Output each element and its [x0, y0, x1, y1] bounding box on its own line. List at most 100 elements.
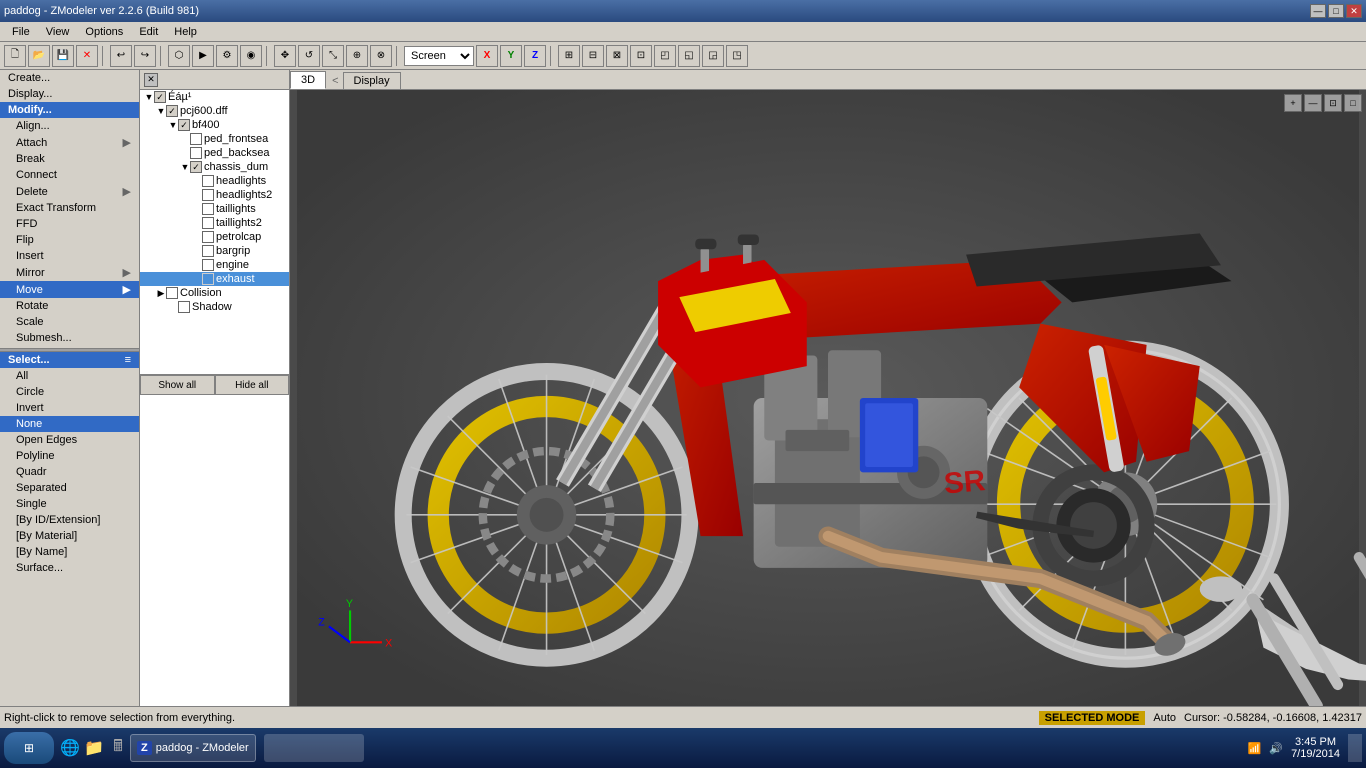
tree-close-button[interactable]: ✕: [144, 73, 158, 87]
menu-ffd[interactable]: FFD: [0, 216, 139, 232]
menu-quadr[interactable]: Quadr: [0, 464, 139, 480]
axis-y[interactable]: Y: [500, 45, 522, 67]
maximize-button[interactable]: □: [1328, 4, 1344, 18]
menu-move[interactable]: Move▶: [0, 281, 139, 298]
menu-edit[interactable]: Edit: [131, 24, 166, 40]
toolbar-btn2[interactable]: ▶: [192, 45, 214, 67]
tree-engine[interactable]: engine: [140, 258, 289, 272]
toolbar-snap4[interactable]: ⊡: [630, 45, 652, 67]
toolbar-snap2[interactable]: ⊟: [582, 45, 604, 67]
toolbar-btn3[interactable]: ⚙: [216, 45, 238, 67]
tree-ped-frontsea[interactable]: ped_frontsea: [140, 132, 289, 146]
viewport-ctrl-zoom-out[interactable]: —: [1304, 94, 1322, 112]
menu-all[interactable]: All: [0, 368, 139, 384]
toolbar-render2[interactable]: ◱: [678, 45, 700, 67]
menu-circle[interactable]: Circle: [0, 384, 139, 400]
menu-view[interactable]: View: [38, 24, 78, 40]
menu-by-id[interactable]: [By ID/Extension]: [0, 512, 139, 528]
menu-none[interactable]: None: [0, 416, 139, 432]
menu-help[interactable]: Help: [166, 24, 205, 40]
menu-scale[interactable]: Scale: [0, 314, 139, 330]
tree-ped-backsea[interactable]: ped_backsea: [140, 146, 289, 160]
viewport-ctrl-zoom-in[interactable]: +: [1284, 94, 1302, 112]
menu-flip[interactable]: Flip: [0, 232, 139, 248]
toolbar-snap3[interactable]: ⊠: [606, 45, 628, 67]
toolbar-save[interactable]: 💾: [52, 45, 74, 67]
toolbar-move[interactable]: ✥: [274, 45, 296, 67]
menu-submesh[interactable]: Submesh...: [0, 330, 139, 346]
toolbar-btn5[interactable]: ⊕: [346, 45, 368, 67]
tree-taillights[interactable]: taillights: [140, 202, 289, 216]
tree-ped-frontsea-label: ped_frontsea: [204, 133, 268, 145]
start-button[interactable]: ⊞: [4, 732, 54, 764]
taskbar-icon-ie[interactable]: 🌐: [58, 736, 82, 760]
menu-display[interactable]: Display...: [0, 86, 139, 102]
viewport-ctrl-fit[interactable]: ⊡: [1324, 94, 1342, 112]
tab-3d[interactable]: 3D: [290, 71, 326, 89]
toolbar-open[interactable]: 📂: [28, 45, 50, 67]
menu-single[interactable]: Single: [0, 496, 139, 512]
tree-headlights[interactable]: headlights: [140, 174, 289, 188]
clock-time: 3:45 PM: [1291, 736, 1340, 748]
toolbar-render1[interactable]: ◰: [654, 45, 676, 67]
menu-by-name[interactable]: [By Name]: [0, 544, 139, 560]
menu-mirror[interactable]: Mirror▶: [0, 264, 139, 281]
menu-select[interactable]: Select...≡: [0, 352, 139, 368]
menu-surface[interactable]: Surface...: [0, 560, 139, 576]
menu-exact-transform[interactable]: Exact Transform: [0, 200, 139, 216]
menu-options[interactable]: Options: [77, 24, 131, 40]
toolbar-render3[interactable]: ◲: [702, 45, 724, 67]
toolbar-btn6[interactable]: ⊗: [370, 45, 392, 67]
menu-invert[interactable]: Invert: [0, 400, 139, 416]
toolbar-rotate[interactable]: ↺: [298, 45, 320, 67]
toolbar-scale[interactable]: ⤡: [322, 45, 344, 67]
menu-connect[interactable]: Connect: [0, 167, 139, 183]
axis-z[interactable]: Z: [524, 45, 546, 67]
tree-pcj600[interactable]: ▼ ✓ pcj600.dff: [140, 104, 289, 118]
menu-modify[interactable]: Modify...: [0, 102, 139, 118]
menu-create[interactable]: Create...: [0, 70, 139, 86]
menu-attach[interactable]: Attach▶: [0, 134, 139, 151]
hide-all-button[interactable]: Hide all: [215, 375, 290, 395]
close-button[interactable]: ✕: [1346, 4, 1362, 18]
show-all-button[interactable]: Show all: [140, 375, 215, 395]
menu-break[interactable]: Break: [0, 151, 139, 167]
menu-file[interactable]: File: [4, 24, 38, 40]
tree-bargrip[interactable]: bargrip: [140, 244, 289, 258]
tree-collision[interactable]: ▶ Collision: [140, 286, 289, 300]
taskbar-zmodeler[interactable]: Z paddog - ZModeler: [130, 734, 256, 762]
menu-by-material[interactable]: [By Material]: [0, 528, 139, 544]
menu-delete[interactable]: Delete▶: [0, 183, 139, 200]
menu-insert[interactable]: Insert: [0, 248, 139, 264]
toolbar-redo[interactable]: ↪: [134, 45, 156, 67]
toolbar-btn1[interactable]: ⬡: [168, 45, 190, 67]
menu-open-edges[interactable]: Open Edges: [0, 432, 139, 448]
menu-polyline[interactable]: Polyline: [0, 448, 139, 464]
minimize-button[interactable]: —: [1310, 4, 1326, 18]
toolbar-btn4[interactable]: ◉: [240, 45, 262, 67]
tree-headlights2[interactable]: headlights2: [140, 188, 289, 202]
screen-dropdown[interactable]: Screen: [404, 46, 474, 66]
tree-taillights2[interactable]: taillights2: [140, 216, 289, 230]
tree-petrolcap[interactable]: petrolcap: [140, 230, 289, 244]
menu-rotate[interactable]: Rotate: [0, 298, 139, 314]
taskbar-icon-files[interactable]: 📁: [82, 736, 106, 760]
show-desktop-button[interactable]: [1348, 734, 1362, 762]
tree-chassis-dum[interactable]: ▼ ✓ chassis_dum: [140, 160, 289, 174]
toolbar-render4[interactable]: ◳: [726, 45, 748, 67]
toolbar-delete[interactable]: ✕: [76, 45, 98, 67]
menu-separated[interactable]: Separated: [0, 480, 139, 496]
toolbar-new[interactable]: 🗋: [4, 45, 26, 67]
viewport-ctrl-maximize[interactable]: □: [1344, 94, 1362, 112]
clock-date: 7/19/2014: [1291, 748, 1340, 760]
axis-x[interactable]: X: [476, 45, 498, 67]
tree-shadow[interactable]: Shadow: [140, 300, 289, 314]
menu-align[interactable]: Align...: [0, 118, 139, 134]
taskbar-icon-calc[interactable]: 🖩: [106, 736, 130, 760]
toolbar-undo[interactable]: ↩: [110, 45, 132, 67]
tree-root[interactable]: ▼ ✓ Éáµ¹: [140, 90, 289, 104]
tree-bf400[interactable]: ▼ ✓ bf400: [140, 118, 289, 132]
tree-exhaust[interactable]: exhaust: [140, 272, 289, 286]
toolbar-snap1[interactable]: ⊞: [558, 45, 580, 67]
tab-display[interactable]: Display: [343, 72, 401, 89]
